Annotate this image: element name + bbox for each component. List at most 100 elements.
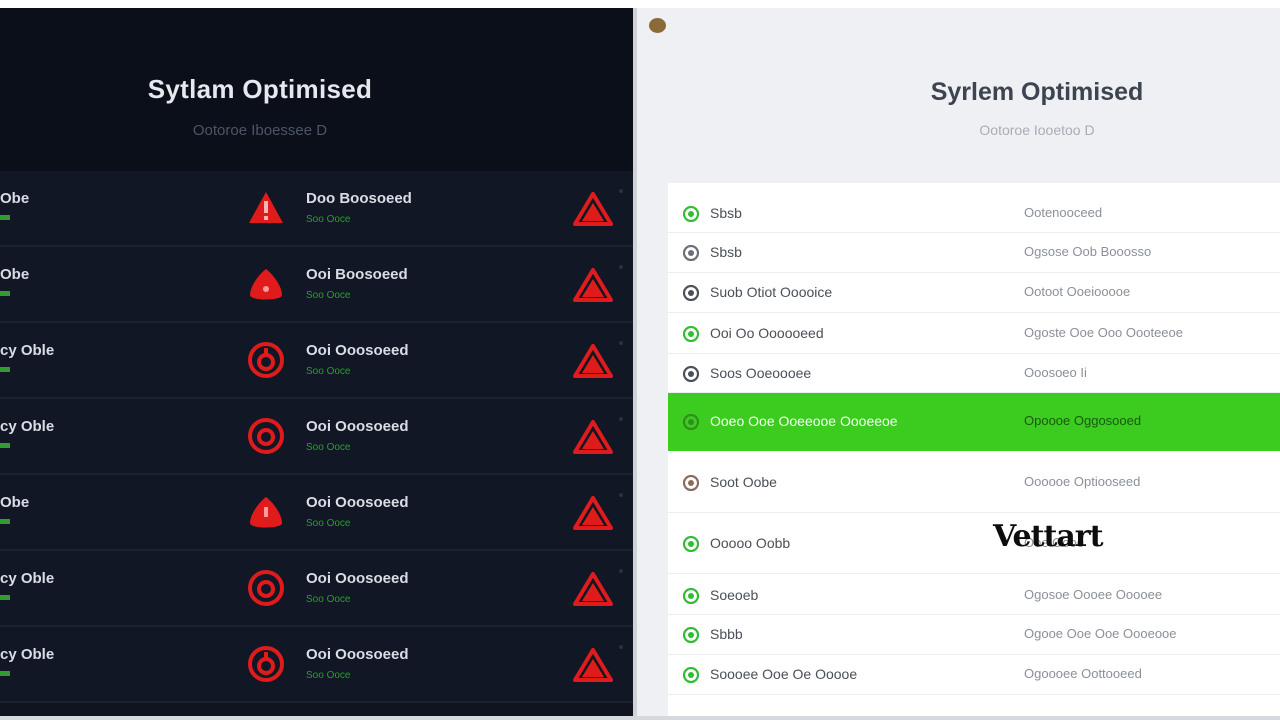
row-dot <box>619 417 623 421</box>
status-item-value: Ogoste Ooe Ooo Oooteeoe <box>1024 325 1183 340</box>
check-circle-icon <box>683 627 699 643</box>
row-status: Ooi Ooosoeed <box>306 418 409 435</box>
row-separator <box>668 573 1280 574</box>
row-status: Ooi Ooosoeed <box>306 570 409 587</box>
bottom-border <box>0 716 1280 720</box>
status-item-value: Ogosoe Oooee Ooooee <box>1024 587 1163 602</box>
row-separator <box>668 512 1280 513</box>
row-status: Ooi Ooosoeed <box>306 494 409 511</box>
status-list-item[interactable]: Ooooo Oobb Ooe Oooe <box>668 514 1280 574</box>
warning-triangle-icon <box>250 269 282 300</box>
status-item-label: Ooooo Oobb <box>710 535 791 551</box>
status-item-label: Soeoeb <box>710 587 759 603</box>
status-bar <box>0 519 10 524</box>
row-substatus: Soo Ooce <box>306 214 351 225</box>
check-circle-icon <box>683 206 699 222</box>
row-label: Obe <box>0 494 30 511</box>
alert-row[interactable]: cy Oble Ooi Ooosoeed Soo Ooce <box>0 323 633 399</box>
right-panel: Syrlem Optimised Ootoroe Iooetoo D Sbsb O… <box>637 8 1280 716</box>
status-item-label: Sbbb <box>710 626 743 642</box>
info-circle-icon <box>683 245 699 261</box>
status-item-value: Ooosoeo Ii <box>1024 365 1087 380</box>
row-dot <box>619 493 623 497</box>
alert-row[interactable]: Obe Ooi Boosoeed Soo Ooce <box>0 247 633 323</box>
status-bar <box>0 367 10 372</box>
alert-row[interactable]: cy Oble Ooi Ooosoeed Soo Ooce <box>0 627 633 703</box>
row-substatus: Soo Ooce <box>306 594 351 605</box>
status-bar <box>0 291 10 296</box>
left-panel-header: Sytlam Optimised Ootoroe Iboessee D <box>0 8 633 171</box>
status-item-value: Ootoot Ooeiooooe <box>1024 284 1131 299</box>
status-item-value: Ogooe Ooe Ooe Oooeooe <box>1024 626 1177 641</box>
alert-row[interactable]: Obe Ooi Ooosoeed Soo Ooce <box>0 475 633 551</box>
status-bar <box>0 215 10 220</box>
status-item-label: Suob Otiot Ooooice <box>710 284 833 300</box>
warning-triangle-icon <box>249 192 283 223</box>
status-item-value: Ootenooceed <box>1024 205 1103 220</box>
left-panel-subtitle: Ootoroe Iboessee D <box>192 122 328 139</box>
row-substatus: Soo Ooce <box>306 518 351 529</box>
status-list-item[interactable]: Soot Oobe Oooooe Optiooseed <box>668 453 1280 513</box>
row-substatus: Soo Ooce <box>306 366 351 377</box>
row-status: Doo Boosoeed <box>306 190 412 207</box>
status-list-item[interactable]: Sbsb Ogsose Oob Booosso <box>668 233 1280 273</box>
status-item-label: Ooi Oo Oooooeed <box>710 325 824 341</box>
alert-triangle-icon <box>573 648 613 682</box>
alert-triangle-icon <box>573 496 613 530</box>
window-dot-icon <box>649 18 666 33</box>
status-item-label: Soot Oobe <box>710 474 777 490</box>
check-circle-icon <box>683 536 699 552</box>
status-list-item[interactable]: Ooi Oo Oooooeed Ogoste Ooe Ooo Oooteeoe <box>668 313 1280 354</box>
status-bar <box>0 595 10 600</box>
row-substatus: Soo Ooce <box>306 290 351 301</box>
row-label: cy Oble <box>0 342 55 359</box>
status-list: Sbsb Ootenooceed Sbsb Ogsose Oob Booosso Suo… <box>668 183 1280 716</box>
watermark-logo: Vettart <box>993 519 1103 554</box>
status-list-item[interactable]: Ooeo Ooe Ooeeooe Oooeeoe Opoooe Oggosooed <box>668 393 1280 451</box>
alert-triangle-icon <box>573 344 613 378</box>
status-item-value: Opoooe Oggosooed <box>1024 413 1142 428</box>
error-circle-icon <box>248 570 284 606</box>
error-circle-icon <box>248 418 284 454</box>
alert-circle-icon <box>683 475 699 491</box>
row-dot <box>619 265 623 269</box>
status-item-label: Sbsb <box>710 205 742 221</box>
left-panel: Sytlam Optimised Ootoroe Iboessee D Obe … <box>0 8 633 716</box>
row-substatus: Soo Ooce <box>306 670 351 681</box>
row-label: Obe <box>0 190 30 207</box>
row-label: cy Oble <box>0 646 55 663</box>
status-item-label: Soooee Ooe Oe Ooooe <box>710 666 858 682</box>
status-list-item[interactable]: Suob Otiot Ooooice Ootoot Ooeiooooe <box>668 273 1280 313</box>
status-item-label: Sbsb <box>710 244 742 260</box>
clock-circle-icon <box>683 366 699 382</box>
row-dot <box>619 569 623 573</box>
row-status: Ooi Boosoeed <box>306 266 408 283</box>
status-bar <box>0 443 10 448</box>
alert-row[interactable]: cy Oble Ooi Ooosoeed Soo Ooce <box>0 399 633 475</box>
status-item-label: Soos Ooeoooee <box>710 365 812 381</box>
row-dot <box>619 189 623 193</box>
error-circle-icon <box>248 342 284 378</box>
error-circle-icon <box>248 646 284 682</box>
row-label: cy Oble <box>0 570 55 587</box>
status-list-item[interactable]: Sbbb Ogooe Ooe Ooe Oooeooe <box>668 615 1280 655</box>
row-dot <box>619 341 623 345</box>
alert-row[interactable]: cy Oble Ooi Ooosoeed Soo Ooce <box>0 551 633 627</box>
clock-circle-icon <box>683 285 699 301</box>
row-status: Ooi Ooosoeed <box>306 342 409 359</box>
top-border <box>0 0 1280 8</box>
status-list-item[interactable]: Soooee Ooe Oe Ooooe Ogoooee Oottooeed <box>668 655 1280 695</box>
status-list-item[interactable]: Sbsb Ootenooceed <box>668 195 1280 233</box>
status-bar <box>0 671 10 676</box>
status-list-item[interactable]: Soos Ooeoooee Ooosoeo Ii <box>668 354 1280 393</box>
check-circle-icon <box>683 414 699 430</box>
alert-row[interactable]: Obe Doo Boosoeed Soo Ooce <box>0 171 633 247</box>
row-separator <box>668 694 1280 695</box>
alert-triangle-icon <box>573 268 613 302</box>
row-label: cy Oble <box>0 418 55 435</box>
status-item-label: Ooeo Ooe Ooeeooe Oooeeoe <box>710 413 898 429</box>
status-list-item[interactable]: Soeoeb Ogosoe Oooee Ooooee <box>668 576 1280 615</box>
status-item-value: Oooooe Optiooseed <box>1024 474 1141 489</box>
right-panel-subtitle: Ootoroe Iooetoo D <box>979 122 1095 138</box>
row-substatus: Soo Ooce <box>306 442 351 453</box>
